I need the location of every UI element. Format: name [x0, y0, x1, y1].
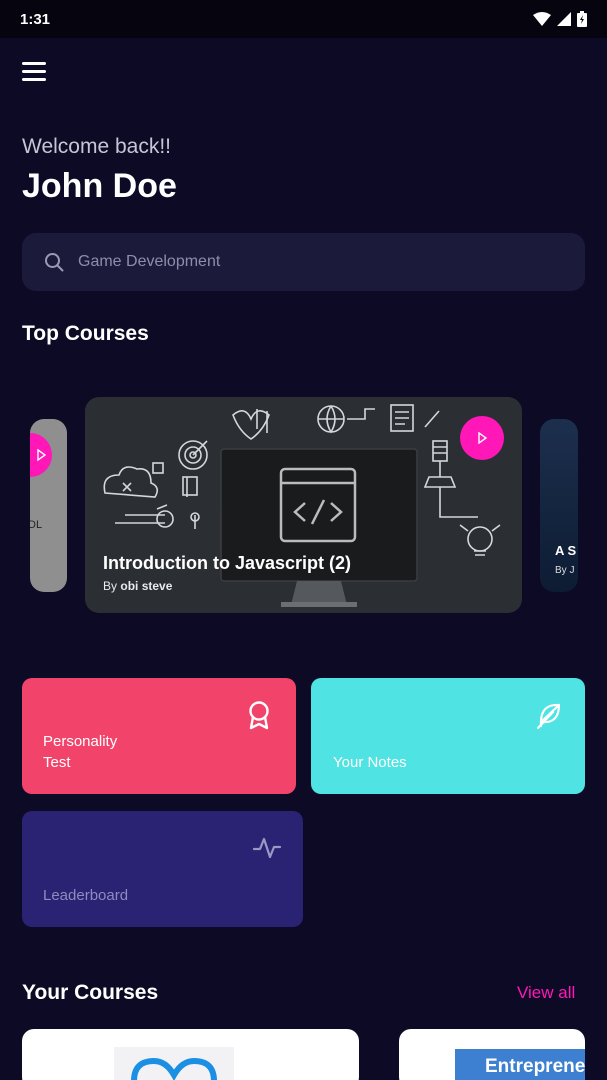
your-course-card-1[interactable] [22, 1029, 359, 1080]
wifi-icon [533, 12, 551, 26]
battery-icon [577, 11, 587, 27]
course-banner-text: Entreprene [485, 1056, 585, 1077]
author-name: obi steve [120, 579, 173, 593]
top-courses-carousel[interactable]: DL Introduction to Javascript (2) By obi… [0, 397, 607, 613]
your-notes-tile[interactable]: Your Notes [311, 678, 585, 794]
featured-course-author: By obi steve [103, 579, 172, 593]
search-bar[interactable] [22, 233, 585, 291]
leaderboard-label: Leaderboard [43, 887, 129, 904]
course-card-previous[interactable]: DL [30, 419, 67, 592]
status-bar: 1:31 [0, 0, 607, 38]
menu-button[interactable] [22, 62, 48, 84]
personality-test-label: Personality Test [43, 731, 117, 773]
play-button[interactable] [460, 416, 504, 460]
course-logo-icon [114, 1047, 234, 1080]
leaderboard-tile[interactable]: Leaderboard [22, 811, 303, 927]
feather-icon [536, 703, 561, 730]
personality-test-tile[interactable]: Personality Test [22, 678, 296, 794]
award-icon [249, 701, 269, 730]
your-course-card-2[interactable]: Entreprene [399, 1029, 585, 1080]
author-prefix: By [103, 579, 118, 593]
hamburger-icon [22, 62, 46, 65]
top-courses-title: Top Courses [22, 322, 149, 345]
next-card-title: A S [555, 543, 577, 558]
featured-course-card[interactable]: Introduction to Javascript (2) By obi st… [85, 397, 522, 613]
play-icon [37, 449, 47, 461]
welcome-text: Welcome back!! [22, 135, 171, 158]
personality-label-line1: Personality [43, 733, 118, 750]
hamburger-icon-line [22, 78, 46, 81]
your-notes-label: Your Notes [333, 754, 407, 771]
course-card-next[interactable]: A S By J [540, 419, 578, 592]
status-icons [533, 11, 587, 27]
signal-icon [557, 12, 571, 26]
search-icon [45, 253, 64, 272]
search-input[interactable] [78, 253, 518, 271]
hamburger-icon-line [22, 70, 46, 73]
activity-icon [252, 837, 282, 859]
play-button-previous[interactable] [30, 433, 52, 477]
next-card-author: By J [555, 565, 575, 576]
your-courses-title: Your Courses [22, 981, 159, 1004]
personality-label-line2: Test [43, 754, 71, 771]
featured-course-title: Introduction to Javascript (2) [103, 553, 352, 573]
view-all-link[interactable]: View all [517, 983, 575, 1003]
card-peek-text: DL [30, 519, 43, 531]
status-time: 1:31 [20, 10, 51, 28]
play-icon [478, 432, 488, 444]
user-name: John Doe [22, 167, 177, 205]
course-banner: Entreprene [455, 1049, 585, 1080]
